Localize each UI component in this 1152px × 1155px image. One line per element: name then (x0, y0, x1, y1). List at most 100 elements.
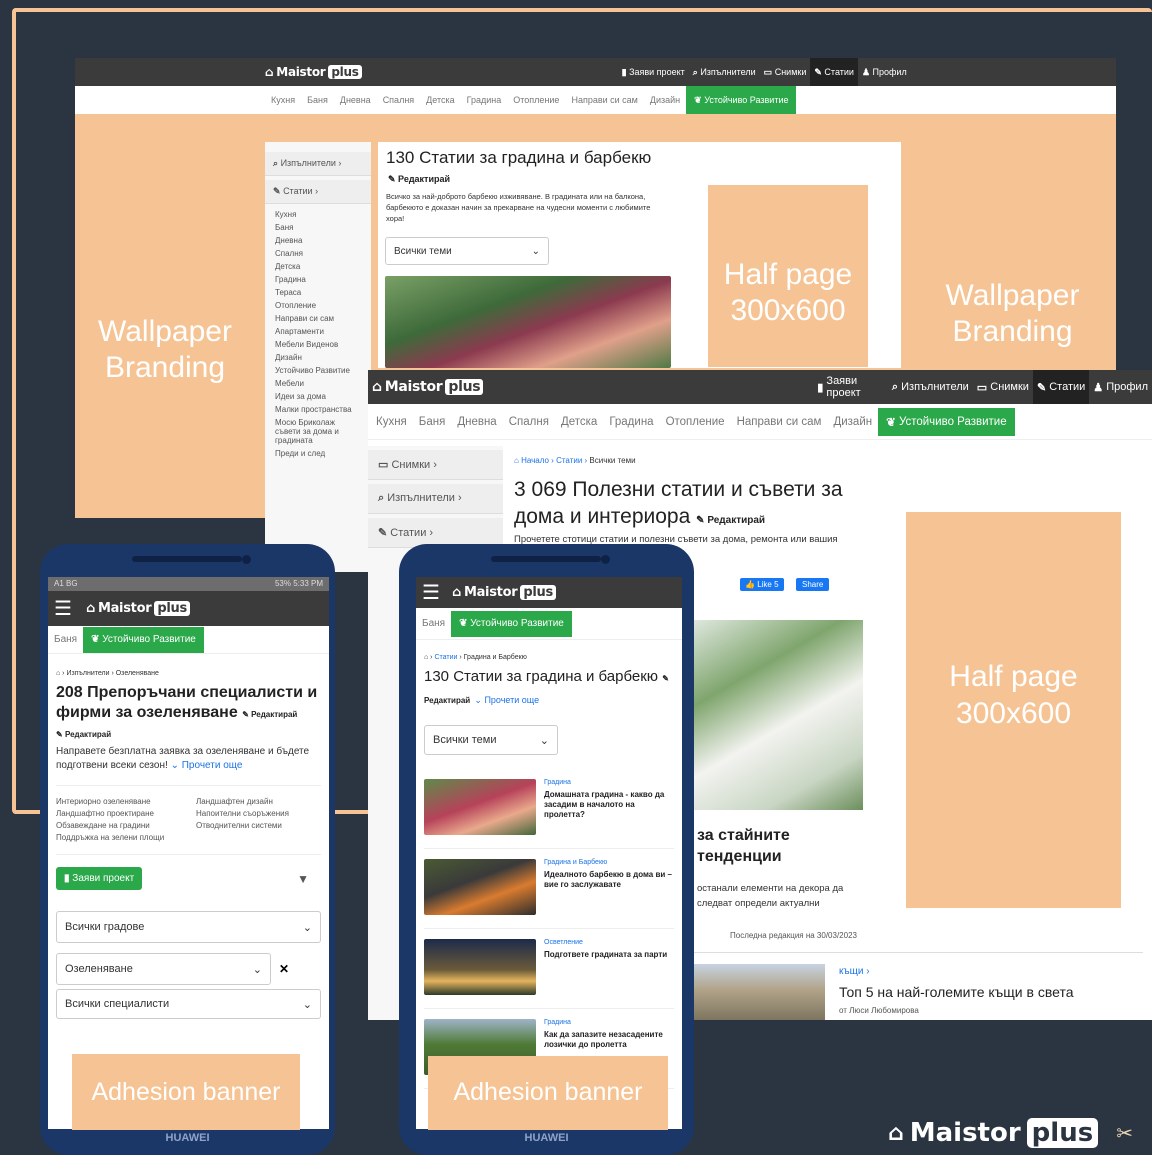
card-category[interactable]: къщи › (839, 966, 870, 977)
card-title[interactable]: Топ 5 на най-големите къщи в света (839, 984, 1073, 1000)
sidebar-list-item[interactable]: Отопление (265, 299, 371, 312)
sidebar-list-item[interactable]: Мосю Бриколаж съвети за дома и градината (265, 416, 371, 447)
article-category[interactable]: Градина (544, 1019, 674, 1026)
article-card[interactable]: Осветление Подгответе градината за парти (424, 939, 674, 1009)
category-kids[interactable]: Детска (420, 95, 460, 105)
sidebar-performers[interactable]: ⌕ Изпълнители › (265, 152, 371, 176)
sidebar-list-item[interactable]: Дневна (265, 234, 371, 247)
category-diy[interactable]: Направи си сам (731, 416, 828, 428)
category-garden[interactable]: Градина (603, 416, 659, 428)
sidebar-performers[interactable]: ⌕ Изпълнители › (368, 484, 503, 514)
sidebar-list-item[interactable]: Апартаменти (265, 325, 371, 338)
service-link[interactable]: Обзавеждане на градини (56, 820, 196, 832)
service-link[interactable]: Напоителни съоръжения (196, 808, 289, 820)
service-link[interactable]: Отводнителни системи (196, 820, 289, 832)
nav-photos[interactable]: ▭ Снимки (973, 370, 1033, 404)
breadcrumb-home[interactable]: Начало (521, 456, 549, 465)
category-bath[interactable]: Баня (416, 618, 451, 629)
service-link[interactable]: Ландшафтен дизайн (196, 796, 289, 808)
nav-photos[interactable]: ▭ Снимки (760, 58, 811, 86)
edit-button[interactable]: ✎ Редактирай (242, 710, 297, 719)
category-diy[interactable]: Направи си сам (565, 95, 643, 105)
category-bedroom[interactable]: Спалня (503, 416, 555, 428)
request-project-button[interactable]: ▮ Заяви проект (56, 867, 143, 890)
nav-articles[interactable]: ✎ Статии (810, 58, 858, 86)
sidebar-list-item[interactable]: Мебели Виденов (265, 338, 371, 351)
category-kitchen[interactable]: Кухня (370, 416, 413, 428)
city-select[interactable]: Всички градове ⌄ (56, 911, 321, 943)
service-select[interactable]: Озеленяване ⌄ (56, 953, 271, 985)
sidebar-list-item[interactable]: Направи си сам (265, 312, 371, 325)
article-category[interactable]: Осветление (544, 939, 667, 946)
article-thumbnail[interactable] (424, 779, 536, 835)
category-living[interactable]: Дневна (451, 416, 502, 428)
nav-request[interactable]: ▮ Заяви проект (618, 58, 689, 86)
specialist-select[interactable]: Всички специалисти ⌄ (56, 989, 321, 1019)
category-bedroom[interactable]: Спалня (377, 95, 420, 105)
article-title[interactable]: Идеалното барбекю в дома ви – вие го зас… (544, 870, 674, 890)
edit-button-2[interactable]: ✎ Редактирай (56, 730, 321, 739)
category-sustainable[interactable]: ❦ Устойчиво Развитие (83, 626, 204, 653)
category-bath[interactable]: Баня (48, 634, 83, 645)
category-design[interactable]: Дизайн (644, 95, 686, 105)
nav-profile[interactable]: ♟ Профил (1089, 370, 1152, 404)
sidebar-list-item[interactable]: Тераса (265, 286, 371, 299)
breadcrumb-articles[interactable]: Статии (434, 654, 457, 661)
nav-performers[interactable]: ⌕ Изпълнители (689, 58, 760, 86)
category-sustainable[interactable]: ❦ Устойчиво Развитие (686, 86, 797, 114)
nav-performers[interactable]: ⌕ Изпълнители (888, 370, 973, 404)
article-title[interactable]: Подгответе градината за парти (544, 950, 667, 960)
site-logo-2[interactable]: ⌂ Maistor plus (372, 379, 484, 395)
article-category[interactable]: Градина и Барбекю (544, 859, 674, 866)
read-more-link[interactable]: ⌄ Прочети още (171, 760, 243, 771)
site-logo[interactable]: ⌂ Maistor plus (265, 65, 362, 79)
sidebar-articles[interactable]: ✎ Статии › (265, 180, 371, 204)
close-icon[interactable]: ✕ (279, 962, 289, 976)
category-living[interactable]: Дневна (334, 95, 377, 105)
breadcrumb-articles[interactable]: Статии (556, 456, 582, 465)
site-logo[interactable]: ⌂ Maistor plus (86, 601, 190, 616)
article-card[interactable]: Градина и Барбекю Идеалното барбекю в дом… (424, 859, 674, 929)
article-title-partial[interactable]: за стайните тенденции (697, 825, 817, 867)
sidebar-photos[interactable]: ▭ Снимки › (368, 450, 503, 480)
facebook-share-button[interactable]: Share (796, 578, 830, 591)
category-sustainable[interactable]: ❦ Устойчиво Развитие (878, 407, 1015, 436)
sidebar-list-item[interactable]: Кухня (265, 208, 371, 221)
sidebar-list-item[interactable]: Малки пространства (265, 403, 371, 416)
article-title[interactable]: Как да запазите незасадените лозички до … (544, 1030, 674, 1050)
sidebar-list-item[interactable]: Устойчиво Развитие (265, 364, 371, 377)
sidebar-list-item[interactable]: Дизайн (265, 351, 371, 364)
nav-profile[interactable]: ♟ Профил (858, 58, 911, 86)
read-more-link[interactable]: ⌄ Прочети още (474, 695, 539, 705)
category-design[interactable]: Дизайн (827, 416, 878, 428)
service-link[interactable]: Поддръжка на зелени площи (56, 832, 196, 844)
article-category[interactable]: Градина (544, 779, 674, 786)
category-heating[interactable]: Отопление (507, 95, 565, 105)
hamburger-menu-icon[interactable]: ☰ (422, 580, 440, 605)
topic-select[interactable]: Всички теми ⌄ (385, 237, 549, 265)
category-garden[interactable]: Градина (461, 95, 508, 105)
service-link[interactable]: Ландшафтно проектиране (56, 808, 196, 820)
sidebar-list-item[interactable]: Баня (265, 221, 371, 234)
article-card[interactable]: Градина Домашната градина - какво да заса… (424, 779, 674, 849)
category-kitchen[interactable]: Кухня (265, 95, 301, 105)
edit-button[interactable]: ✎ Редактирай (388, 174, 901, 185)
nav-request[interactable]: ▮ Заяви проект (813, 370, 888, 404)
sidebar-list-item[interactable]: Спалня (265, 247, 371, 260)
category-kids[interactable]: Детска (555, 416, 603, 428)
filter-icon[interactable]: ▼ (297, 872, 309, 886)
sidebar-list-item[interactable]: Преди и след (265, 447, 371, 460)
sidebar-list-item[interactable]: Мебели (265, 377, 371, 390)
article-title[interactable]: Домашната градина - какво да засадим в н… (544, 790, 674, 820)
topic-select[interactable]: Всички теми ⌄ (424, 725, 558, 755)
edit-button[interactable]: ✎ Редактирай (696, 515, 765, 526)
sidebar-list-item[interactable]: Идеи за дома (265, 390, 371, 403)
article-thumbnail[interactable] (424, 939, 536, 995)
sidebar-list-item[interactable]: Детска (265, 260, 371, 273)
facebook-like-button[interactable]: 👍 Like 5 (740, 578, 784, 591)
category-heating[interactable]: Отопление (660, 416, 731, 428)
sidebar-list-item[interactable]: Градина (265, 273, 371, 286)
site-logo[interactable]: ⌂ Maistor plus (452, 585, 556, 600)
category-bath[interactable]: Баня (413, 416, 452, 428)
article-thumbnail[interactable] (424, 859, 536, 915)
